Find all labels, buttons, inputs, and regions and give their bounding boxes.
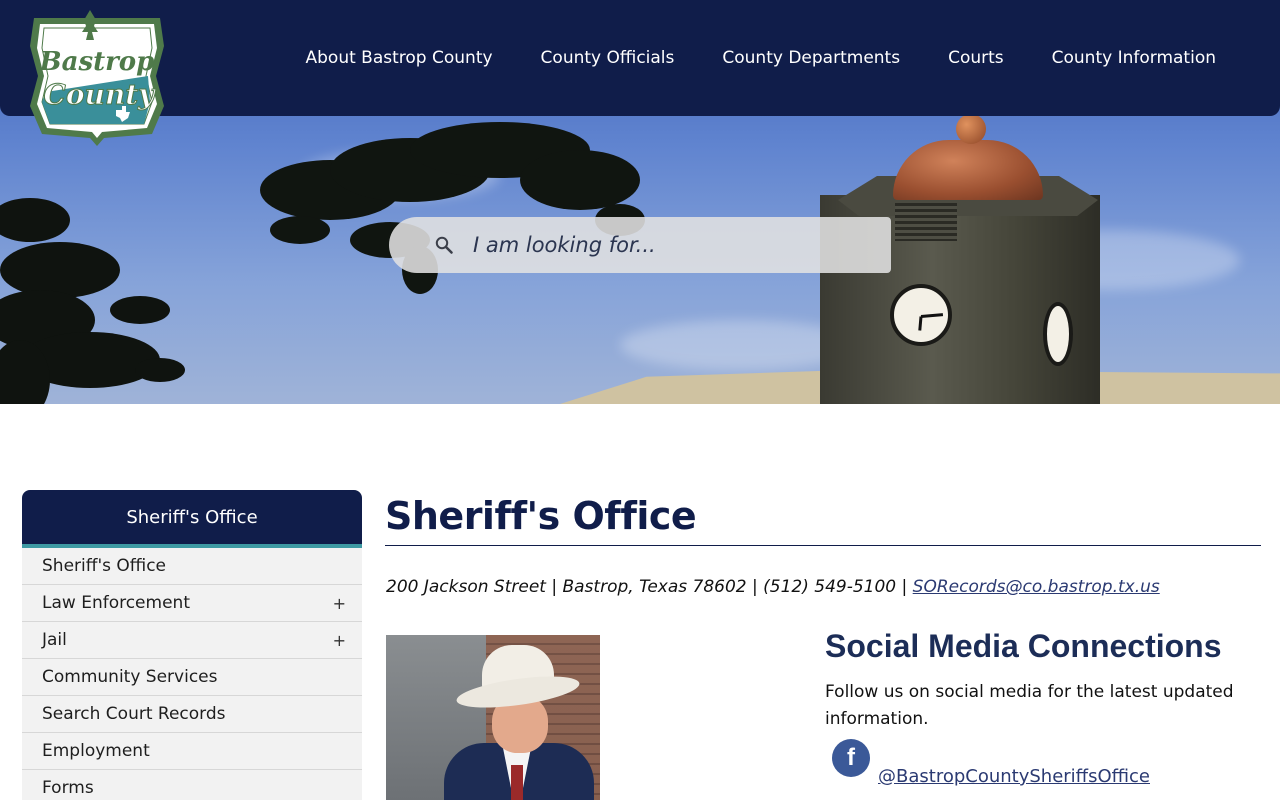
clock-face-side	[1043, 302, 1073, 366]
sidebar-item-search-court-records[interactable]: Search Court Records	[22, 696, 362, 733]
search-icon[interactable]	[435, 236, 453, 254]
nav-county-officials[interactable]: County Officials	[517, 44, 699, 72]
sidebar-item-label: Jail	[42, 630, 67, 650]
logo-text-bastrop: Bastrop	[39, 47, 155, 77]
sidebar-item-label: Employment	[42, 741, 150, 761]
search-bar	[389, 217, 891, 273]
copper-dome	[893, 140, 1043, 200]
social-media-title: Social Media Connections	[825, 628, 1222, 664]
expand-plus-icon[interactable]: +	[333, 631, 346, 650]
sidebar-nav: Sheriff's Office Sheriff's Office Law En…	[22, 490, 362, 800]
bastrop-county-logo[interactable]: Bastrop County	[24, 6, 170, 148]
social-media-text: Follow us on social media for the latest…	[825, 682, 1234, 729]
page-title: Sheriff's Office	[385, 494, 1261, 546]
facebook-icon[interactable]: f	[832, 739, 870, 777]
sidebar-item-label: Law Enforcement	[42, 593, 190, 613]
sidebar-item-forms[interactable]: Forms	[22, 770, 362, 800]
logo-text-county: County	[44, 78, 157, 111]
contact-address-line: 200 Jackson Street | Bastrop, Texas 7860…	[386, 577, 1160, 597]
nav-courts[interactable]: Courts	[924, 44, 1028, 72]
contact-address: 200 Jackson Street | Bastrop, Texas 7860…	[386, 577, 913, 597]
sidebar-item-employment[interactable]: Employment	[22, 733, 362, 770]
site-header: About Bastrop County County Officials Co…	[0, 0, 1280, 116]
nav-about-bastrop-county[interactable]: About Bastrop County	[282, 44, 517, 72]
sidebar-item-jail[interactable]: Jail +	[22, 622, 362, 659]
sidebar-item-label: Community Services	[42, 667, 218, 687]
social-media-section: Social Media Connections Follow us on so…	[825, 628, 1265, 787]
email-link[interactable]: SORecords@co.bastrop.tx.us	[913, 577, 1160, 597]
main-nav: About Bastrop County County Officials Co…	[282, 44, 1240, 72]
expand-plus-icon[interactable]: +	[333, 594, 346, 613]
sidebar-item-label: Search Court Records	[42, 704, 226, 724]
sidebar-item-community-services[interactable]: Community Services	[22, 659, 362, 696]
search-input[interactable]	[473, 225, 873, 265]
dome-finial	[956, 114, 986, 144]
tower-vent	[895, 203, 957, 241]
sidebar-item-sheriffs-office[interactable]: Sheriff's Office	[22, 548, 362, 585]
tree-foliage-center	[260, 122, 645, 294]
sidebar-item-law-enforcement[interactable]: Law Enforcement +	[22, 585, 362, 622]
facebook-link[interactable]: @BastropCountySheriffsOffice	[878, 766, 1150, 787]
tree-foliage-left	[0, 198, 185, 404]
sidebar-title: Sheriff's Office	[22, 490, 362, 548]
clock-face	[890, 284, 952, 346]
sidebar-item-label: Sheriff's Office	[42, 556, 167, 576]
sidebar-item-label: Forms	[42, 778, 94, 798]
nav-county-information[interactable]: County Information	[1028, 44, 1240, 72]
nav-county-departments[interactable]: County Departments	[698, 44, 924, 72]
sheriff-photo	[386, 635, 600, 800]
